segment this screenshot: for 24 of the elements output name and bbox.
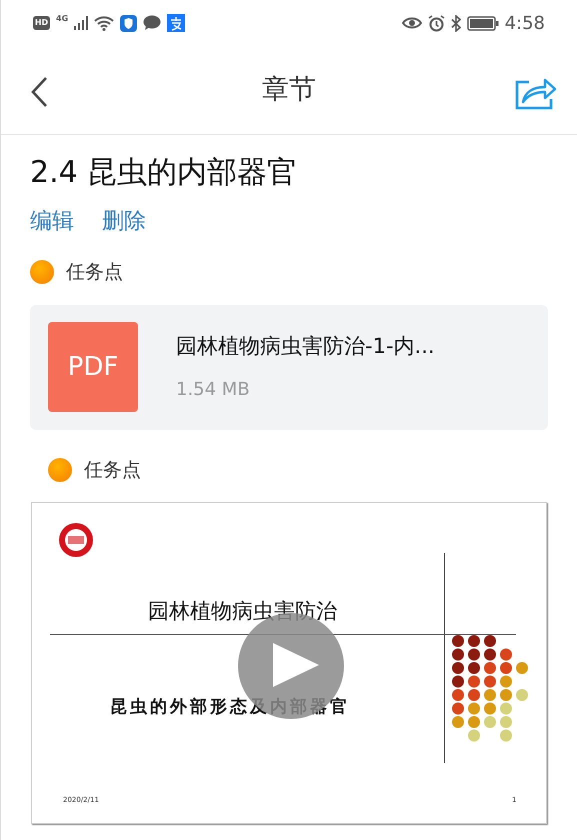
shield-icon bbox=[120, 14, 138, 32]
file-card[interactable]: PDF 园林植物病虫害防治-1-内... 1.54 MB bbox=[30, 304, 548, 430]
bluetooth-icon bbox=[450, 14, 461, 32]
alarm-icon bbox=[428, 14, 445, 32]
clock-time: 4:58 bbox=[504, 12, 545, 36]
wifi-icon bbox=[94, 15, 114, 31]
action-link[interactable]: 删除 bbox=[102, 205, 146, 238]
task-point-label: 任务点 bbox=[84, 458, 141, 482]
page-title: 章节 bbox=[262, 72, 316, 107]
back-icon[interactable] bbox=[30, 76, 48, 108]
action-link[interactable]: 编辑 bbox=[30, 205, 74, 238]
file-size: 1.54 MB bbox=[176, 378, 251, 402]
signal-icon bbox=[74, 16, 88, 30]
network-label: 4G bbox=[56, 13, 68, 25]
pdf-file-icon: PDF bbox=[48, 322, 138, 412]
chat-icon bbox=[143, 15, 162, 31]
hd-icon: HD bbox=[33, 16, 50, 30]
slide-title: 园林植物病虫害防治 bbox=[148, 598, 337, 625]
file-name: 园林植物病虫害防治-1-内... bbox=[176, 332, 435, 360]
battery-icon bbox=[466, 16, 499, 30]
chapter-title: 2.4 昆虫的内部器官 bbox=[30, 154, 298, 192]
eye-icon bbox=[402, 16, 422, 30]
payment-app-icon bbox=[167, 14, 186, 32]
task-point-label: 任务点 bbox=[66, 260, 123, 285]
